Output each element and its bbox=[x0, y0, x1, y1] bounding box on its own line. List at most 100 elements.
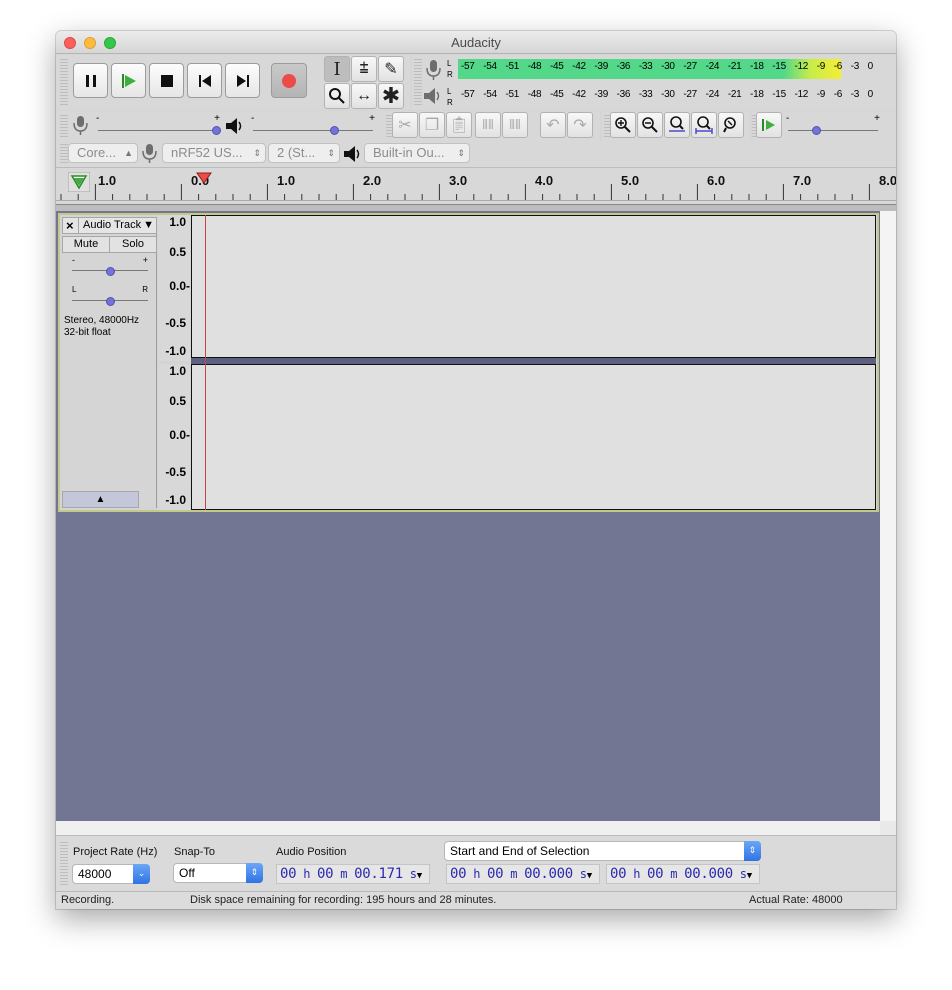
play-at-speed-button[interactable] bbox=[756, 112, 782, 138]
tracks-area[interactable]: × Audio Track ▼ Mute Solo - + L R Stereo… bbox=[56, 211, 880, 821]
project-rate-select[interactable]: 48000 ⌄ bbox=[72, 864, 150, 884]
slider-thumb[interactable] bbox=[330, 126, 339, 135]
zoom-window-button[interactable] bbox=[104, 37, 116, 49]
playback-device-speaker-icon bbox=[342, 143, 364, 168]
stop-button[interactable] bbox=[149, 63, 184, 98]
track-menu-button[interactable]: Audio Track ▼ bbox=[78, 218, 156, 233]
horizontal-scrollbar[interactable] bbox=[56, 821, 896, 835]
project-rate-label: Project Rate (Hz) bbox=[73, 846, 158, 858]
record-button[interactable] bbox=[271, 63, 307, 98]
toolbar-grip[interactable] bbox=[414, 59, 422, 105]
slider-thumb[interactable] bbox=[812, 126, 821, 135]
snap-to-select[interactable]: Off ⇕ bbox=[173, 863, 263, 883]
selection-mode-select[interactable]: Start and End of Selection ⇕ bbox=[444, 841, 761, 861]
playback-device-select[interactable]: Built-in Ou... ⇕ bbox=[364, 143, 470, 163]
recording-channels-select[interactable]: 2 (St... ⇕ bbox=[268, 143, 340, 163]
meter-tick-label: -30 bbox=[661, 61, 675, 72]
format-dropdown-icon[interactable]: ▼ bbox=[747, 871, 752, 881]
snap-to-label: Snap-To bbox=[174, 846, 215, 858]
fit-project-button[interactable] bbox=[691, 112, 717, 138]
slider-thumb[interactable] bbox=[106, 267, 115, 276]
playback-device-value: Built-in Ou... bbox=[373, 145, 445, 160]
meter-tick-label: -30 bbox=[661, 89, 675, 100]
playhead-marker-icon[interactable] bbox=[196, 172, 212, 187]
pause-button[interactable] bbox=[73, 63, 108, 98]
multi-tool-button[interactable]: ✱ bbox=[378, 83, 404, 109]
horizontal-scroll-track[interactable] bbox=[56, 821, 880, 835]
time-shift-tool-button[interactable]: ↔ bbox=[351, 83, 377, 109]
playback-meter-speaker-icon[interactable] bbox=[422, 85, 444, 110]
play-at-speed-toolbar: - + bbox=[752, 111, 896, 141]
copy-button[interactable]: ❐ bbox=[419, 112, 445, 138]
vruler-label: 0.0- bbox=[169, 279, 190, 293]
trim-audio-button[interactable]: ⦀⦀ bbox=[475, 112, 501, 138]
toolbar-grip[interactable] bbox=[60, 842, 68, 886]
zoom-out-button[interactable] bbox=[637, 112, 663, 138]
audio-track[interactable]: × Audio Track ▼ Mute Solo - + L R Stereo… bbox=[58, 213, 879, 512]
envelope-tool-button[interactable]: ⩲ bbox=[351, 56, 377, 82]
zoom-tool-button[interactable] bbox=[324, 83, 350, 109]
mute-button[interactable]: Mute bbox=[62, 236, 110, 253]
hours-unit: h bbox=[466, 867, 488, 881]
waveform-right-channel[interactable] bbox=[191, 364, 876, 510]
cut-button[interactable]: ✂ bbox=[392, 112, 418, 138]
skip-to-start-button[interactable] bbox=[187, 63, 222, 98]
vertical-scrollbar[interactable] bbox=[880, 211, 896, 821]
paste-button[interactable]: 📋︎ bbox=[446, 112, 472, 138]
meter-tick-label: -12 bbox=[794, 89, 809, 100]
close-window-button[interactable] bbox=[64, 37, 76, 49]
vertical-ruler-left[interactable]: 1.0 0.5 0.0- -0.5 -1.0 bbox=[158, 215, 190, 361]
record-meter[interactable]: L R -57 -54 -51 -48 -45 -42 -39 -36 -33 -30 -27 -24… bbox=[447, 57, 877, 81]
zoom-toggle-button[interactable] bbox=[718, 112, 744, 138]
toolbar-grip[interactable] bbox=[60, 144, 68, 164]
meter-tick-label: -3 bbox=[850, 61, 860, 72]
slider-thumb[interactable] bbox=[106, 297, 115, 306]
asterisk-icon: ✱ bbox=[381, 83, 401, 108]
play-button[interactable] bbox=[111, 63, 146, 98]
format-dropdown-icon[interactable]: ▼ bbox=[417, 871, 422, 881]
playback-speed-slider[interactable]: - + bbox=[786, 113, 882, 137]
skip-to-end-button[interactable] bbox=[225, 63, 260, 98]
recording-volume-slider[interactable]: - + bbox=[96, 113, 222, 137]
slider-min-label: - bbox=[96, 113, 100, 124]
format-dropdown-icon[interactable]: ▼ bbox=[587, 871, 592, 881]
playback-volume-slider[interactable]: - + bbox=[251, 113, 377, 137]
meter-tick-label: -3 bbox=[850, 89, 860, 100]
gain-plus-label: + bbox=[142, 255, 148, 265]
selection-start-time[interactable]: 00 h 00 m 00.000 s▼ bbox=[446, 864, 600, 884]
selection-end-time[interactable]: 00 h 00 m 00.000 s▼ bbox=[606, 864, 760, 884]
edit-toolbar: ✂ ❐ 📋︎ ⦀⦀ ⦀⦀ bbox=[384, 111, 534, 141]
redo-button[interactable]: ↷ bbox=[567, 112, 593, 138]
collapse-track-button[interactable]: ▲ bbox=[62, 491, 139, 508]
audio-position-time[interactable]: 00 h 00 m 00.171 s▼ bbox=[276, 864, 430, 884]
selection-tool-button[interactable]: I bbox=[324, 56, 350, 82]
zoom-in-button[interactable] bbox=[610, 112, 636, 138]
vertical-ruler-right[interactable]: 1.0 0.5 0.0- -0.5 -1.0 bbox=[158, 364, 190, 510]
silence-audio-button[interactable]: ⦀⦀ bbox=[502, 112, 528, 138]
slider-thumb[interactable] bbox=[212, 126, 221, 135]
solo-button[interactable]: Solo bbox=[109, 236, 157, 253]
waveform-left-channel[interactable] bbox=[191, 215, 876, 358]
track-format: Stereo, 48000Hz bbox=[64, 315, 140, 326]
audio-host-select[interactable]: Core... ▲ bbox=[68, 143, 138, 163]
record-meter-mic-icon[interactable] bbox=[424, 58, 444, 85]
draw-tool-button[interactable]: ✎ bbox=[378, 56, 404, 82]
audio-position-label: Audio Position bbox=[276, 846, 347, 858]
playback-meter[interactable]: L R -57 -54 -51 -48 -45 -42 -39 -36 -33 -30 -27 -24… bbox=[447, 85, 877, 109]
gain-slider[interactable]: - + bbox=[70, 255, 150, 277]
pause-icon bbox=[85, 74, 96, 87]
hours-unit: h bbox=[626, 867, 648, 881]
fit-selection-button[interactable] bbox=[664, 112, 690, 138]
slider-track bbox=[98, 130, 218, 131]
toolbar-grip[interactable] bbox=[60, 115, 68, 137]
minimize-window-button[interactable] bbox=[84, 37, 96, 49]
timeline-ruler[interactable]: 1.0 0.0 1.0 2.0 3.0 4.0 5.0 6.0 7.0 8.0 bbox=[56, 167, 896, 212]
close-track-button[interactable]: × bbox=[66, 218, 74, 233]
vruler-label: 0.5 bbox=[169, 245, 186, 259]
mixer-toolbar: - + - + bbox=[56, 111, 384, 141]
envelope-icon: ⩲ bbox=[359, 60, 369, 77]
undo-button[interactable]: ↶ bbox=[540, 112, 566, 138]
toolbar-grip[interactable] bbox=[60, 59, 68, 105]
pan-slider[interactable]: L R bbox=[70, 285, 150, 307]
recording-device-select[interactable]: nRF52 US... ⇕ bbox=[162, 143, 266, 163]
